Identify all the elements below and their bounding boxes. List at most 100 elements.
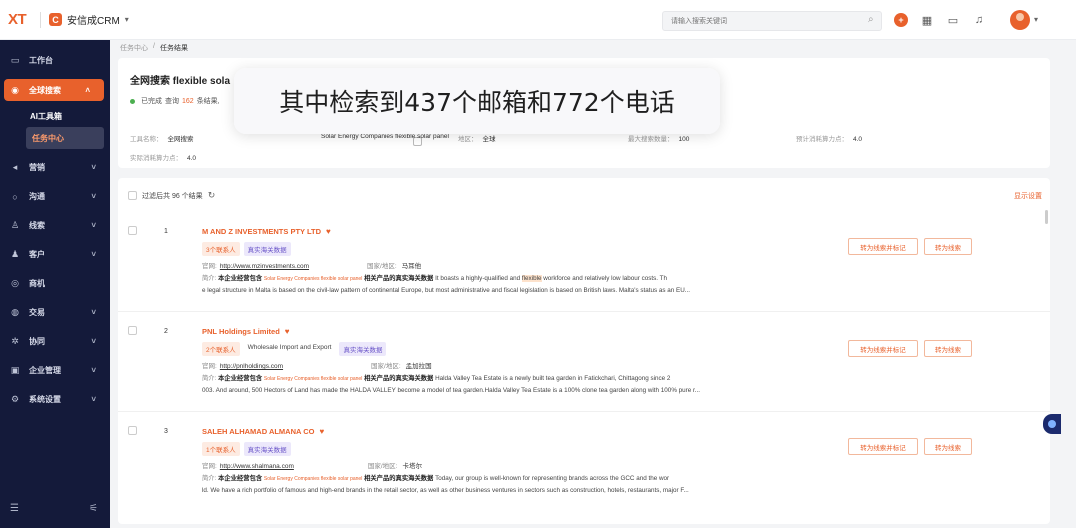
monitor-icon: ▭ — [10, 55, 20, 65]
customs-badge[interactable]: 真实海关数据 — [339, 342, 387, 356]
company-info-line: 官网: http://www.shalmana.com 国家/地区: 卡塔尔 — [202, 460, 422, 470]
intro-text: Halda Valley Tea Estate is a newly built… — [433, 375, 671, 382]
intro-label: 简介: — [202, 275, 217, 282]
row-checkbox[interactable] — [128, 226, 137, 235]
result-row: 2 PNL Holdings Limited ♥ 2个联系人 Wholesale… — [118, 314, 1050, 412]
row-index: 2 — [164, 328, 168, 335]
contacts-badge[interactable]: 3个联系人 — [202, 242, 240, 256]
brand-logo-icon: C — [49, 13, 62, 26]
refresh-icon[interactable]: ↻ — [208, 190, 216, 201]
contacts-badge[interactable]: 2个联系人 — [202, 342, 240, 356]
company-name-text: PNL Holdings Limited — [202, 327, 280, 336]
convert-to-lead-button[interactable]: 转为线索 — [924, 340, 972, 357]
brand-switcher[interactable]: C 安信成CRM ▾ — [49, 12, 129, 27]
bell-icon[interactable]: ♫ — [972, 13, 986, 27]
avatar[interactable] — [1010, 10, 1030, 30]
website-link[interactable]: http://www.mzinvestments.com — [220, 263, 309, 270]
field-value: 100 — [678, 136, 690, 143]
results-count: 过滤后共 96 个结果 — [142, 192, 203, 200]
collapse-menu-icon[interactable]: ☰ — [10, 503, 19, 514]
select-all-checkbox[interactable] — [128, 191, 137, 200]
field-label: 实际消耗算力点： — [130, 155, 182, 162]
company-name-text: SALEH ALHAMAD ALMANA CO — [202, 427, 315, 436]
adjust-icon[interactable]: ⚟ — [89, 503, 98, 514]
display-settings-link[interactable]: 显示设置 — [1014, 191, 1042, 201]
estimated-points-field: 预计消耗算力点： 4.0 — [796, 133, 862, 143]
lead-icon: ♙ — [10, 220, 20, 230]
convert-and-mark-button[interactable]: 转为线索并标记 — [848, 238, 918, 255]
sidebar-item-label: 营销 — [29, 163, 45, 172]
convert-to-lead-button[interactable]: 转为线索 — [924, 238, 972, 255]
status-text: 已完成 — [141, 98, 162, 105]
sidebar-item-communication[interactable]: ○ 沟通 ˅ — [0, 182, 110, 211]
chevron-down-icon[interactable]: ▾ — [1034, 15, 1038, 24]
sidebar-subitem-task-center[interactable]: 任务中心 — [26, 127, 104, 149]
country-label: 国家/地区: — [367, 263, 397, 270]
sidebar-subitem-ai-toolbox[interactable]: AI工具箱 — [0, 105, 110, 127]
status-text: 条结果, — [196, 98, 220, 105]
sidebar-item-global-search[interactable]: ◉ 全球搜索 ˄ — [4, 79, 104, 101]
convert-and-mark-button[interactable]: 转为线索并标记 — [848, 438, 918, 455]
heart-icon[interactable]: ♥ — [320, 427, 325, 436]
website-link[interactable]: http://www.shalmana.com — [220, 463, 294, 470]
assistant-float-icon[interactable] — [1043, 414, 1061, 434]
chevron-down-icon: ˅ — [91, 163, 96, 172]
sidebar-item-deals[interactable]: ◍ 交易 ˅ — [0, 298, 110, 327]
max-count-field: 最大搜索数量： 100 — [628, 133, 689, 143]
status-count: 162 — [182, 97, 194, 105]
breadcrumb-parent[interactable]: 任务中心 — [120, 43, 148, 53]
sidebar-item-workbench[interactable]: ▭ 工作台 — [0, 46, 110, 75]
chevron-down-icon: ˅ — [91, 337, 96, 346]
intro-bold: 相关产品的真实海关数据 — [364, 375, 434, 382]
sidebar-item-customers[interactable]: ♟ 客户 ˅ — [0, 240, 110, 269]
sidebar-item-label: 客户 — [29, 250, 45, 259]
convert-and-mark-button[interactable]: 转为线索并标记 — [848, 340, 918, 357]
company-name[interactable]: SALEH ALHAMAD ALMANA CO ♥ — [202, 427, 324, 436]
scrollbar-thumb[interactable] — [1045, 210, 1048, 224]
sidebar-item-settings[interactable]: ⚙ 系统设置 ˅ — [0, 385, 110, 414]
breadcrumb-separator: / — [153, 43, 155, 50]
field-value: 全网搜索 — [167, 136, 194, 143]
field-value: Solar Energy Companies flexible solar pa… — [321, 133, 449, 140]
field-value: 4.0 — [187, 155, 197, 162]
sidebar-item-opportunities[interactable]: ◎ 商机 — [0, 269, 110, 298]
contacts-badge[interactable]: 1个联系人 — [202, 442, 240, 456]
intro-label: 简介: — [202, 475, 217, 482]
customs-badge[interactable]: 真实海关数据 — [243, 242, 291, 256]
company-intro: 简介: 本企业经营包含 Solar Energy Companies flexi… — [202, 473, 774, 496]
field-value: 全球 — [482, 136, 496, 143]
convert-to-lead-button[interactable]: 转为线索 — [924, 438, 972, 455]
company-name[interactable]: PNL Holdings Limited ♥ — [202, 327, 290, 336]
building-icon: ▣ — [10, 365, 20, 375]
chevron-down-icon: ˅ — [91, 221, 96, 230]
chevron-down-icon: ▾ — [124, 15, 129, 24]
inbox-icon[interactable]: ▭ — [946, 13, 960, 27]
company-info-line: 官网: http://pnlholdings.com 国家/地区: 孟加拉国 — [202, 360, 432, 370]
company-name[interactable]: M AND Z INVESTMENTS PTY LTD ♥ — [202, 227, 331, 236]
heart-icon[interactable]: ♥ — [285, 327, 290, 336]
search-input[interactable] — [662, 11, 882, 31]
megaphone-icon: ◂ — [12, 162, 18, 172]
field-label: 预计消耗算力点： — [796, 136, 848, 143]
row-index: 3 — [164, 428, 168, 435]
sidebar-item-enterprise[interactable]: ▣ 企业管理 ˅ — [0, 356, 110, 385]
plus-circle-icon[interactable]: + — [894, 13, 908, 27]
breadcrumb-current: 任务结果 — [159, 45, 188, 52]
customs-badge[interactable]: 真实海关数据 — [243, 442, 291, 456]
chevron-down-icon: ˅ — [91, 192, 96, 201]
search-icon[interactable]: ⌕ — [868, 14, 874, 25]
website-link[interactable]: http://pnlholdings.com — [220, 363, 283, 370]
calendar-icon[interactable]: ▦ — [920, 13, 934, 27]
sidebar-item-label: 系统设置 — [29, 395, 61, 404]
sidebar-item-leads[interactable]: ♙ 线索 ˅ — [0, 211, 110, 240]
country-value: 马耳他 — [401, 263, 422, 270]
tool-name-field: 工具名称： 全网搜索 — [130, 133, 194, 143]
row-checkbox[interactable] — [128, 426, 137, 435]
intro-text: e legal structure in Malta is based on t… — [202, 287, 691, 294]
tag-list: 1个联系人 真实海关数据 — [202, 442, 291, 456]
app-logo[interactable]: XT — [0, 11, 36, 28]
row-checkbox[interactable] — [128, 326, 137, 335]
sidebar-item-marketing[interactable]: ◂ 营销 ˅ — [0, 153, 110, 182]
sidebar-item-cooperation[interactable]: ✲ 协同 ˅ — [0, 327, 110, 356]
heart-icon[interactable]: ♥ — [326, 227, 331, 236]
